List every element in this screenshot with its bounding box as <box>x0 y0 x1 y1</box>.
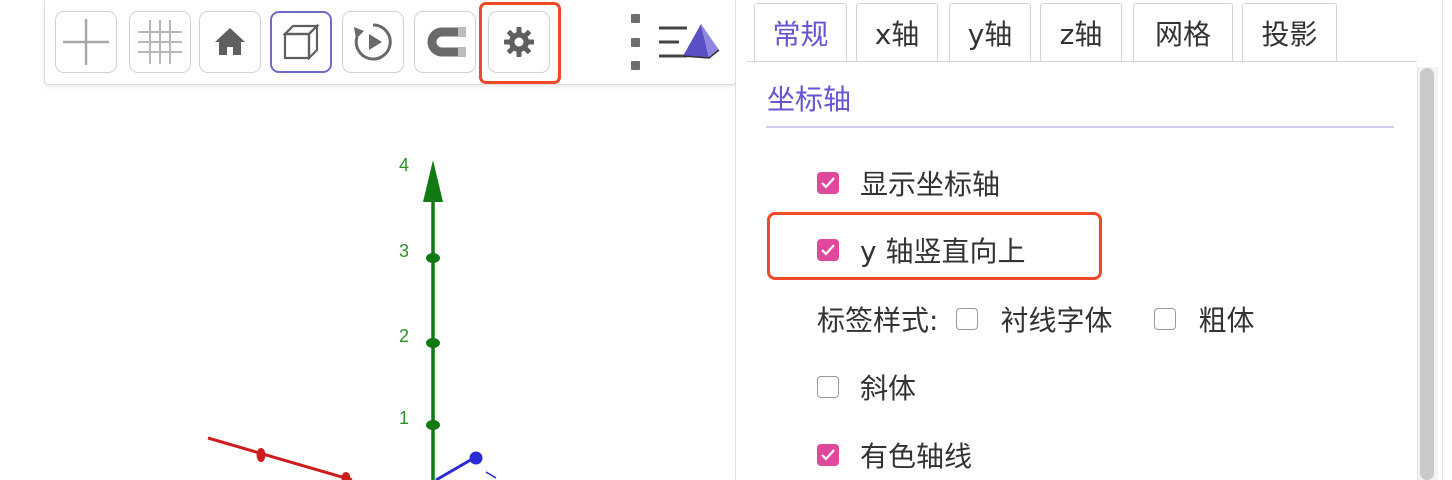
tab-projection[interactable]: 投影 <box>1242 3 1337 61</box>
show-axes-button[interactable] <box>55 11 117 73</box>
show-axes-checkbox[interactable] <box>817 172 839 194</box>
y-axis-up-highlight-box <box>767 212 1102 280</box>
z-axis-label-4: 4 <box>399 155 409 175</box>
vertical-dots-icon <box>630 14 640 23</box>
y-axis <box>435 451 497 480</box>
panel-right-edge <box>1442 0 1452 480</box>
rotate-view-button[interactable] <box>342 11 404 73</box>
tab-z-axis[interactable]: z轴 <box>1040 3 1122 61</box>
cube-icon <box>282 23 320 61</box>
z-axis-label-3: 3 <box>399 241 409 261</box>
check-icon <box>821 177 835 189</box>
x-axis-tick <box>256 448 266 462</box>
more-options-button[interactable] <box>625 14 645 70</box>
bold-label[interactable]: 粗体 <box>1198 299 1254 339</box>
vertical-dots-icon <box>630 61 640 70</box>
colored-axes-label: 有色轴线 <box>860 440 973 473</box>
home-icon <box>215 28 245 55</box>
show-grid-button[interactable] <box>129 11 191 73</box>
serif-label[interactable]: 衬线字体 <box>1000 299 1112 339</box>
colored-axes-option[interactable]: 有色轴线 <box>817 436 972 474</box>
check-icon <box>821 449 835 461</box>
italic-checkbox[interactable] <box>817 376 839 398</box>
colored-axes-checkbox[interactable] <box>817 444 839 466</box>
z-axis-tick <box>426 338 440 348</box>
graphics-toolbar <box>44 0 735 85</box>
z-axis-arrowhead <box>423 160 443 202</box>
section-divider <box>766 126 1394 128</box>
serif-checkbox[interactable] <box>956 308 979 330</box>
pyramid-icon <box>659 24 720 59</box>
settings-highlight-box <box>479 2 561 84</box>
rotate-play-icon <box>354 23 392 61</box>
show-axes-label: 显示坐标轴 <box>860 168 1001 201</box>
tab-grid[interactable]: 网格 <box>1133 3 1233 61</box>
bold-checkbox[interactable] <box>1154 308 1177 330</box>
x-axis-tick <box>341 472 351 480</box>
z-axis-label-1: 1 <box>399 408 409 428</box>
z-axis-tick <box>426 253 440 263</box>
label-style-row: 标签样式: 衬线字体 粗体 <box>817 300 1254 338</box>
view-style-button[interactable] <box>657 20 721 64</box>
scrollbar-thumb[interactable] <box>1420 68 1434 480</box>
grid-icon <box>138 20 182 64</box>
y-axis-tick <box>469 451 483 465</box>
settings-panel: 常规 x轴 y轴 z轴 网格 投影 坐标轴 显示坐标轴 y 轴竖直向上 标签样式… <box>747 0 1452 480</box>
z-axis-tick <box>426 420 440 430</box>
graphics-3d-view[interactable]: 1 2 3 4 <box>0 0 735 480</box>
tab-general[interactable]: 常规 <box>754 3 847 61</box>
vertical-dots-icon <box>630 37 640 47</box>
z-axis <box>423 160 443 480</box>
show-plane-button[interactable] <box>270 11 332 73</box>
axes-icon <box>63 19 109 65</box>
x-axis <box>207 436 353 480</box>
tab-y-axis[interactable]: y轴 <box>949 3 1031 61</box>
settings-tabs: 常规 x轴 y轴 z轴 网格 投影 <box>747 0 1452 62</box>
italic-label: 斜体 <box>860 372 917 405</box>
magnet-icon <box>427 27 466 57</box>
tab-underline <box>747 61 1417 62</box>
italic-option[interactable]: 斜体 <box>817 368 916 406</box>
point-capturing-button[interactable] <box>414 11 476 73</box>
show-axes-option[interactable]: 显示坐标轴 <box>817 164 1000 202</box>
label-style-label: 标签样式: <box>817 304 939 337</box>
tab-x-axis[interactable]: x轴 <box>856 3 938 61</box>
standard-view-button[interactable] <box>199 11 261 73</box>
z-axis-label-2: 2 <box>399 326 409 346</box>
section-title-axes: 坐标轴 <box>767 83 852 116</box>
